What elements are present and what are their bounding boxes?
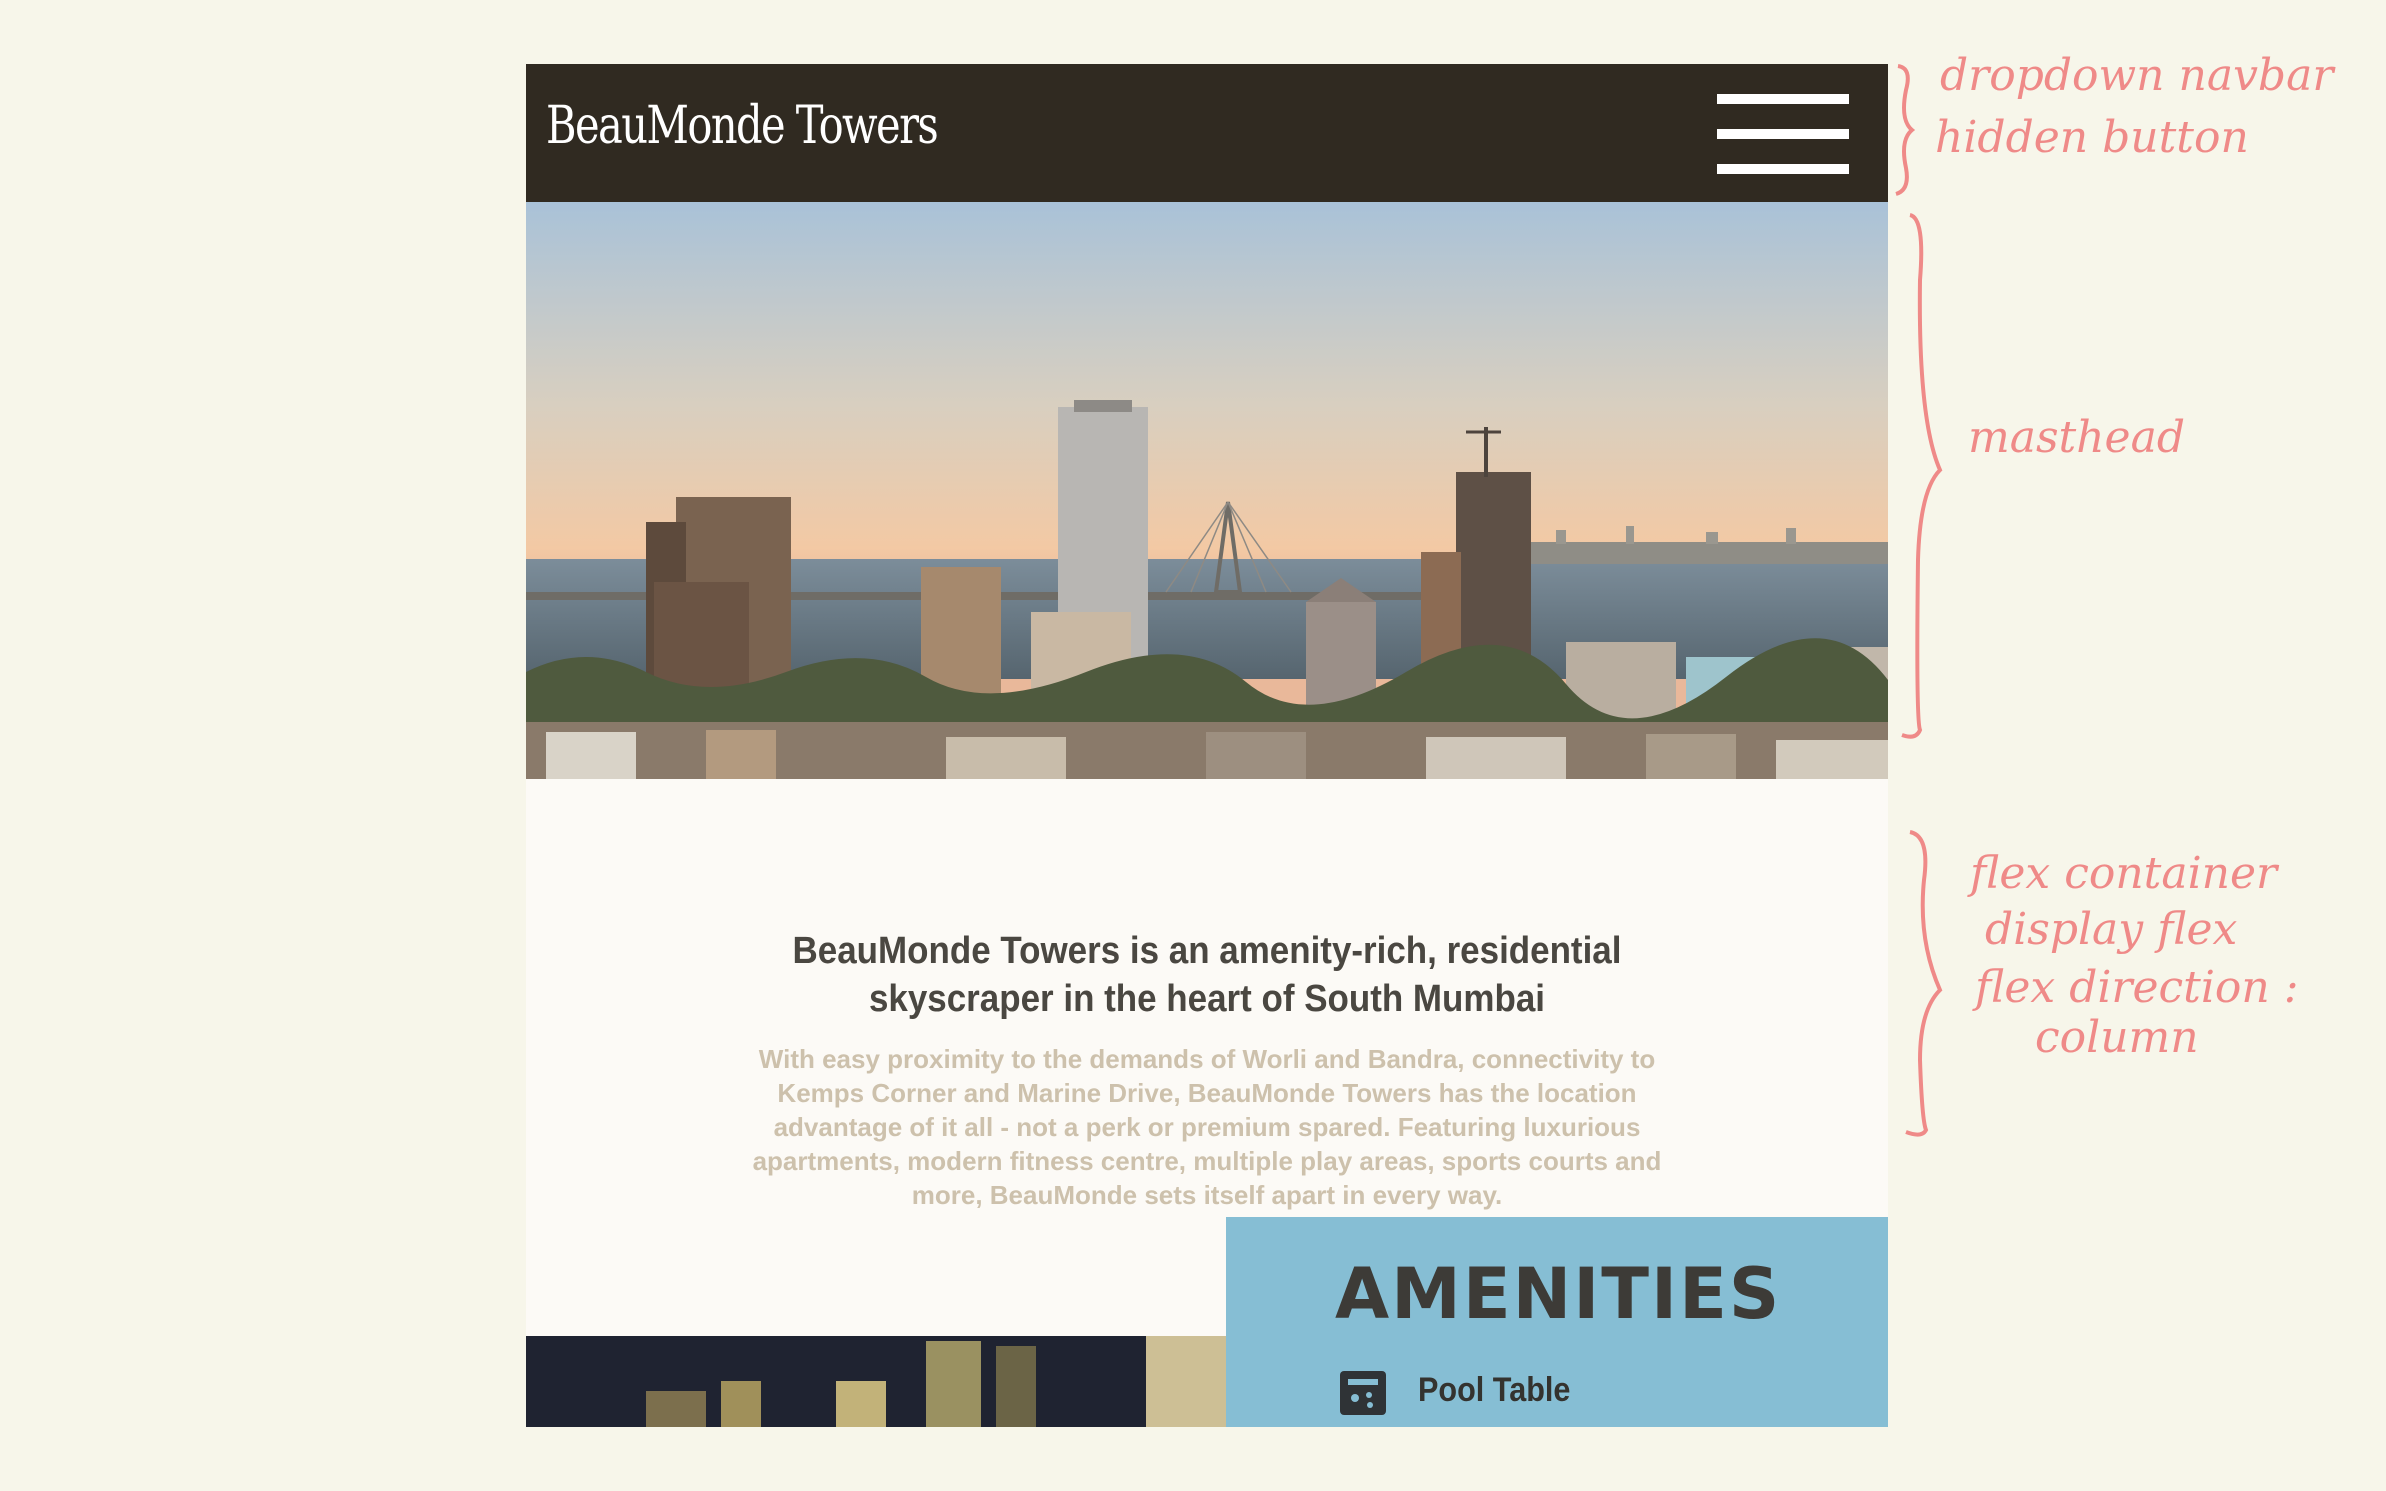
masthead-image <box>526 202 1888 779</box>
website-mockup: BeauMonde Towers BeauMonde Towers is an … <box>526 64 1888 1427</box>
amenity-label: Pool Table <box>1418 1371 1571 1409</box>
navbar: BeauMonde Towers <box>526 64 1888 202</box>
hamburger-menu-icon[interactable] <box>1717 94 1849 174</box>
pool-table-icon <box>1340 1371 1386 1415</box>
annotation-flex-line2: display flex <box>1985 904 2238 955</box>
hamburger-line <box>1717 129 1849 139</box>
intro-flex-container: BeauMonde Towers is an amenity-rich, res… <box>526 779 1888 1282</box>
hamburger-line <box>1717 164 1849 174</box>
night-city-image <box>526 1336 1226 1427</box>
annotation-navbar-line1: dropdown navbar <box>1940 50 2334 101</box>
brand-logo[interactable]: BeauMonde Towers <box>546 96 939 156</box>
annotation-flex-line3: flex direction : <box>1975 962 2299 1013</box>
amenities-panel: AMENITIES Pool Table <box>1226 1217 1888 1427</box>
intro-paragraph: With easy proximity to the demands of Wo… <box>752 1044 1662 1210</box>
intro-heading: BeauMonde Towers is an amenity-rich, res… <box>792 930 1622 1020</box>
annotation-masthead: masthead <box>1968 412 2185 463</box>
night-city-photo <box>526 1336 1226 1427</box>
annotation-flex-line4: column <box>2035 1012 2199 1063</box>
hamburger-line <box>1717 94 1849 104</box>
annotation-flex-line1: flex container <box>1970 848 2278 899</box>
amenities-heading: AMENITIES <box>1335 1253 1782 1335</box>
annotation-navbar-line2: hidden button <box>1935 112 2249 163</box>
masthead <box>526 202 1888 779</box>
